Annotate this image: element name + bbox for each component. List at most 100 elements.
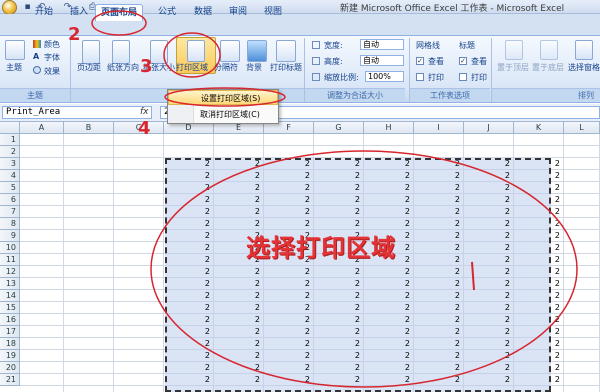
- table-cell[interactable]: 2: [280, 206, 310, 218]
- column-header[interactable]: I: [414, 122, 464, 134]
- table-cell[interactable]: 2: [530, 170, 560, 182]
- table-cell[interactable]: 2: [330, 158, 360, 170]
- breaks-icon[interactable]: [220, 40, 240, 62]
- print-titles-icon[interactable]: [276, 40, 296, 62]
- table-cell[interactable]: 2: [380, 314, 410, 326]
- table-cell[interactable]: 2: [430, 278, 460, 290]
- tab-view[interactable]: 视图: [258, 4, 288, 21]
- table-cell[interactable]: 2: [480, 170, 510, 182]
- table-cell[interactable]: 2: [480, 374, 510, 386]
- margins-icon[interactable]: [82, 40, 100, 64]
- table-cell[interactable]: 2: [380, 362, 410, 374]
- table-cell[interactable]: 2: [530, 158, 560, 170]
- breaks-button[interactable]: 分隔符: [214, 62, 238, 73]
- table-cell[interactable]: 2: [180, 206, 210, 218]
- table-cell[interactable]: 2: [430, 374, 460, 386]
- table-cell[interactable]: 2: [530, 314, 560, 326]
- table-cell[interactable]: 2: [230, 206, 260, 218]
- row-header[interactable]: 18: [0, 338, 20, 350]
- table-cell[interactable]: 2: [180, 362, 210, 374]
- headings-view-checkbox[interactable]: ✓: [459, 57, 467, 65]
- table-cell[interactable]: 2: [480, 182, 510, 194]
- table-cell[interactable]: 2: [280, 278, 310, 290]
- table-cell[interactable]: 2: [180, 278, 210, 290]
- table-cell[interactable]: 2: [180, 374, 210, 386]
- table-cell[interactable]: 2: [180, 218, 210, 230]
- table-cell[interactable]: 2: [230, 302, 260, 314]
- menu-item-clear-print-area[interactable]: 取消打印区域(C): [168, 107, 278, 122]
- tab-formulas[interactable]: 公式: [152, 4, 182, 21]
- table-cell[interactable]: 2: [480, 194, 510, 206]
- row-header[interactable]: 21: [0, 374, 20, 386]
- table-cell[interactable]: 2: [530, 362, 560, 374]
- table-cell[interactable]: 2: [330, 314, 360, 326]
- column-header[interactable]: H: [364, 122, 414, 134]
- table-cell[interactable]: 2: [530, 194, 560, 206]
- height-combo[interactable]: 自动: [360, 55, 404, 66]
- print-titles-button[interactable]: 打印标题: [270, 62, 302, 73]
- table-cell[interactable]: 2: [280, 362, 310, 374]
- send-back-icon[interactable]: [540, 40, 558, 60]
- column-header[interactable]: J: [464, 122, 514, 134]
- table-cell[interactable]: 2: [430, 362, 460, 374]
- print-area-icon[interactable]: [187, 40, 205, 62]
- send-back-button[interactable]: 置于底层: [532, 62, 564, 73]
- table-cell[interactable]: 2: [180, 170, 210, 182]
- table-cell[interactable]: 2: [530, 182, 560, 194]
- table-cell[interactable]: 2: [530, 254, 560, 266]
- table-cell[interactable]: 2: [480, 230, 510, 242]
- row-header[interactable]: 2: [0, 146, 20, 158]
- fonts-button[interactable]: 字体: [44, 52, 60, 63]
- table-cell[interactable]: 2: [230, 194, 260, 206]
- table-cell[interactable]: 2: [230, 266, 260, 278]
- table-cell[interactable]: 2: [530, 374, 560, 386]
- bring-front-icon[interactable]: [505, 40, 523, 60]
- table-cell[interactable]: 2: [280, 194, 310, 206]
- table-cell[interactable]: 2: [280, 338, 310, 350]
- table-cell[interactable]: 2: [430, 326, 460, 338]
- table-cell[interactable]: 2: [480, 254, 510, 266]
- table-cell[interactable]: 2: [280, 158, 310, 170]
- table-cell[interactable]: 2: [180, 266, 210, 278]
- table-cell[interactable]: 2: [180, 242, 210, 254]
- tab-review[interactable]: 审阅: [223, 4, 253, 21]
- themes-icon[interactable]: [5, 40, 25, 60]
- table-cell[interactable]: 2: [530, 218, 560, 230]
- table-cell[interactable]: 2: [280, 314, 310, 326]
- table-cell[interactable]: 2: [380, 182, 410, 194]
- table-cell[interactable]: 2: [180, 182, 210, 194]
- column-header[interactable]: K: [514, 122, 564, 134]
- row-header[interactable]: 8: [0, 218, 20, 230]
- scale-spinner[interactable]: 100%: [365, 71, 404, 82]
- table-cell[interactable]: 2: [380, 278, 410, 290]
- table-cell[interactable]: 2: [280, 350, 310, 362]
- table-cell[interactable]: 2: [180, 302, 210, 314]
- themes-button[interactable]: 主题: [6, 62, 22, 73]
- table-cell[interactable]: 2: [380, 170, 410, 182]
- table-cell[interactable]: 2: [480, 290, 510, 302]
- table-cell[interactable]: 2: [230, 374, 260, 386]
- table-cell[interactable]: 2: [480, 266, 510, 278]
- table-cell[interactable]: 2: [330, 338, 360, 350]
- table-cell[interactable]: 2: [280, 326, 310, 338]
- table-cell[interactable]: 2: [330, 182, 360, 194]
- print-area-button[interactable]: 打印区域: [176, 62, 208, 73]
- gridlines-print-checkbox[interactable]: [416, 73, 424, 81]
- tab-page-layout[interactable]: 页面布局: [95, 4, 143, 21]
- table-cell[interactable]: 2: [480, 338, 510, 350]
- column-header[interactable]: A: [20, 122, 64, 134]
- column-header[interactable]: B: [64, 122, 114, 134]
- row-header[interactable]: 3: [0, 158, 20, 170]
- column-header[interactable]: G: [314, 122, 364, 134]
- table-cell[interactable]: 2: [380, 266, 410, 278]
- table-cell[interactable]: 2: [330, 350, 360, 362]
- table-cell[interactable]: 2: [280, 182, 310, 194]
- row-header[interactable]: 13: [0, 278, 20, 290]
- select-all-corner[interactable]: [0, 122, 20, 134]
- table-cell[interactable]: 2: [530, 302, 560, 314]
- table-cell[interactable]: 2: [480, 326, 510, 338]
- table-cell[interactable]: 2: [230, 278, 260, 290]
- table-cell[interactable]: 2: [530, 326, 560, 338]
- table-cell[interactable]: 2: [180, 314, 210, 326]
- table-cell[interactable]: 2: [430, 170, 460, 182]
